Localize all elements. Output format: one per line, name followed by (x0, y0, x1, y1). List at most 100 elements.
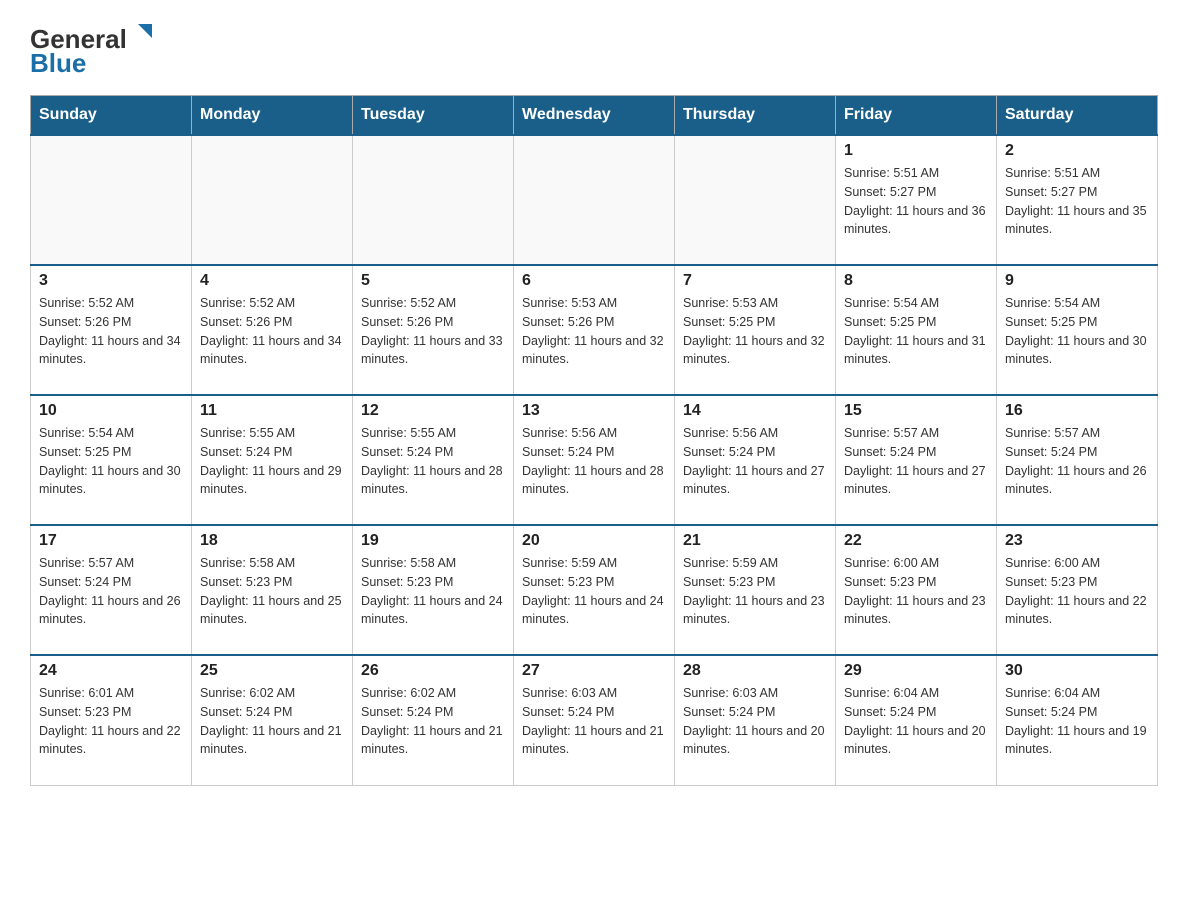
calendar-cell (675, 135, 836, 265)
day-number: 19 (361, 532, 505, 550)
calendar-header-sunday: Sunday (31, 96, 192, 136)
day-info: Sunrise: 5:51 AMSunset: 5:27 PMDaylight:… (1005, 164, 1149, 239)
calendar-cell: 28 Sunrise: 6:03 AMSunset: 5:24 PMDayligh… (675, 655, 836, 785)
calendar-week-row: 24 Sunrise: 6:01 AMSunset: 5:23 PMDayligh… (31, 655, 1158, 785)
calendar-cell: 25 Sunrise: 6:02 AMSunset: 5:24 PMDayligh… (192, 655, 353, 785)
calendar-cell: 30 Sunrise: 6:04 AMSunset: 5:24 PMDayligh… (997, 655, 1158, 785)
calendar-cell: 3 Sunrise: 5:52 AMSunset: 5:26 PMDaylight… (31, 265, 192, 395)
page-header: General Blue (30, 20, 1158, 75)
calendar-cell: 21 Sunrise: 5:59 AMSunset: 5:23 PMDayligh… (675, 525, 836, 655)
day-info: Sunrise: 5:54 AMSunset: 5:25 PMDaylight:… (844, 294, 988, 369)
day-number: 30 (1005, 662, 1149, 680)
day-info: Sunrise: 5:54 AMSunset: 5:25 PMDaylight:… (1005, 294, 1149, 369)
calendar-cell: 1 Sunrise: 5:51 AMSunset: 5:27 PMDaylight… (836, 135, 997, 265)
calendar-cell: 19 Sunrise: 5:58 AMSunset: 5:23 PMDayligh… (353, 525, 514, 655)
day-info: Sunrise: 6:00 AMSunset: 5:23 PMDaylight:… (1005, 554, 1149, 629)
day-number: 21 (683, 532, 827, 550)
day-number: 7 (683, 272, 827, 290)
day-number: 20 (522, 532, 666, 550)
day-number: 18 (200, 532, 344, 550)
day-info: Sunrise: 5:56 AMSunset: 5:24 PMDaylight:… (683, 424, 827, 499)
calendar-header-saturday: Saturday (997, 96, 1158, 136)
calendar-cell: 4Sunrise: 5:52 AMSunset: 5:26 PMDaylight… (192, 265, 353, 395)
day-number: 24 (39, 662, 183, 680)
calendar-header-wednesday: Wednesday (514, 96, 675, 136)
calendar-header-friday: Friday (836, 96, 997, 136)
calendar-week-row: 17 Sunrise: 5:57 AMSunset: 5:24 PMDayligh… (31, 525, 1158, 655)
day-number: 25 (200, 662, 344, 680)
day-info: Sunrise: 5:53 AMSunset: 5:25 PMDaylight:… (683, 294, 827, 369)
calendar-week-row: 3 Sunrise: 5:52 AMSunset: 5:26 PMDaylight… (31, 265, 1158, 395)
calendar-cell (353, 135, 514, 265)
day-number: 28 (683, 662, 827, 680)
day-number: 22 (844, 532, 988, 550)
calendar-cell: 10 Sunrise: 5:54 AMSunset: 5:25 PMDayligh… (31, 395, 192, 525)
day-number: 6 (522, 272, 666, 290)
calendar-cell: 9 Sunrise: 5:54 AMSunset: 5:25 PMDaylight… (997, 265, 1158, 395)
calendar-cell: 24 Sunrise: 6:01 AMSunset: 5:23 PMDayligh… (31, 655, 192, 785)
day-info: Sunrise: 6:04 AMSunset: 5:24 PMDaylight:… (1005, 684, 1149, 759)
day-info: Sunrise: 5:51 AMSunset: 5:27 PMDaylight:… (844, 164, 988, 239)
day-info: Sunrise: 5:58 AMSunset: 5:23 PMDaylight:… (361, 554, 505, 629)
day-number: 15 (844, 402, 988, 420)
day-info: Sunrise: 5:52 AMSunset: 5:26 PMDaylight:… (361, 294, 505, 369)
day-number: 27 (522, 662, 666, 680)
day-number: 23 (1005, 532, 1149, 550)
day-info: Sunrise: 6:02 AMSunset: 5:24 PMDaylight:… (361, 684, 505, 759)
calendar-cell (31, 135, 192, 265)
day-info: Sunrise: 5:54 AMSunset: 5:25 PMDaylight:… (39, 424, 183, 499)
day-info: Sunrise: 5:57 AMSunset: 5:24 PMDaylight:… (1005, 424, 1149, 499)
day-info: Sunrise: 5:55 AMSunset: 5:24 PMDaylight:… (361, 424, 505, 499)
day-number: 9 (1005, 272, 1149, 290)
calendar-cell: 5 Sunrise: 5:52 AMSunset: 5:26 PMDaylight… (353, 265, 514, 395)
day-info: Sunrise: 5:55 AMSunset: 5:24 PMDaylight:… (200, 424, 344, 499)
calendar-cell: 12 Sunrise: 5:55 AMSunset: 5:24 PMDayligh… (353, 395, 514, 525)
calendar-cell: 27 Sunrise: 6:03 AMSunset: 5:24 PMDayligh… (514, 655, 675, 785)
calendar-cell: 26 Sunrise: 6:02 AMSunset: 5:24 PMDayligh… (353, 655, 514, 785)
day-number: 17 (39, 532, 183, 550)
calendar-cell: 16Sunrise: 5:57 AMSunset: 5:24 PMDayligh… (997, 395, 1158, 525)
calendar-cell: 13 Sunrise: 5:56 AMSunset: 5:24 PMDayligh… (514, 395, 675, 525)
day-info: Sunrise: 6:03 AMSunset: 5:24 PMDaylight:… (522, 684, 666, 759)
day-info: Sunrise: 5:52 AMSunset: 5:26 PMDaylight:… (39, 294, 183, 369)
calendar-cell: 14Sunrise: 5:56 AMSunset: 5:24 PMDayligh… (675, 395, 836, 525)
day-info: Sunrise: 5:58 AMSunset: 5:23 PMDaylight:… (200, 554, 344, 629)
day-number: 4 (200, 272, 344, 290)
calendar-cell: 29Sunrise: 6:04 AMSunset: 5:24 PMDayligh… (836, 655, 997, 785)
day-number: 26 (361, 662, 505, 680)
calendar-header-row: SundayMondayTuesdayWednesdayThursdayFrid… (31, 96, 1158, 136)
day-number: 2 (1005, 142, 1149, 160)
calendar-cell: 8 Sunrise: 5:54 AMSunset: 5:25 PMDaylight… (836, 265, 997, 395)
calendar-table: SundayMondayTuesdayWednesdayThursdayFrid… (30, 95, 1158, 786)
calendar-cell: 15 Sunrise: 5:57 AMSunset: 5:24 PMDayligh… (836, 395, 997, 525)
calendar-cell: 11 Sunrise: 5:55 AMSunset: 5:24 PMDayligh… (192, 395, 353, 525)
calendar-cell (192, 135, 353, 265)
logo-svg: General Blue (30, 20, 160, 75)
logo: General Blue (30, 20, 160, 75)
day-info: Sunrise: 6:03 AMSunset: 5:24 PMDaylight:… (683, 684, 827, 759)
day-info: Sunrise: 5:59 AMSunset: 5:23 PMDaylight:… (683, 554, 827, 629)
day-number: 3 (39, 272, 183, 290)
day-info: Sunrise: 6:01 AMSunset: 5:23 PMDaylight:… (39, 684, 183, 759)
day-info: Sunrise: 6:02 AMSunset: 5:24 PMDaylight:… (200, 684, 344, 759)
day-number: 11 (200, 402, 344, 420)
day-info: Sunrise: 6:00 AMSunset: 5:23 PMDaylight:… (844, 554, 988, 629)
day-info: Sunrise: 5:56 AMSunset: 5:24 PMDaylight:… (522, 424, 666, 499)
day-number: 5 (361, 272, 505, 290)
calendar-header-tuesday: Tuesday (353, 96, 514, 136)
day-number: 13 (522, 402, 666, 420)
day-info: Sunrise: 5:57 AMSunset: 5:24 PMDaylight:… (844, 424, 988, 499)
day-number: 10 (39, 402, 183, 420)
day-number: 8 (844, 272, 988, 290)
day-number: 1 (844, 142, 988, 160)
day-info: Sunrise: 5:59 AMSunset: 5:23 PMDaylight:… (522, 554, 666, 629)
day-number: 12 (361, 402, 505, 420)
day-info: Sunrise: 5:53 AMSunset: 5:26 PMDaylight:… (522, 294, 666, 369)
calendar-cell: 18 Sunrise: 5:58 AMSunset: 5:23 PMDayligh… (192, 525, 353, 655)
day-info: Sunrise: 6:04 AMSunset: 5:24 PMDaylight:… (844, 684, 988, 759)
calendar-week-row: 10 Sunrise: 5:54 AMSunset: 5:25 PMDayligh… (31, 395, 1158, 525)
calendar-cell: 22 Sunrise: 6:00 AMSunset: 5:23 PMDayligh… (836, 525, 997, 655)
calendar-cell: 20 Sunrise: 5:59 AMSunset: 5:23 PMDayligh… (514, 525, 675, 655)
calendar-cell (514, 135, 675, 265)
day-info: Sunrise: 5:57 AMSunset: 5:24 PMDaylight:… (39, 554, 183, 629)
